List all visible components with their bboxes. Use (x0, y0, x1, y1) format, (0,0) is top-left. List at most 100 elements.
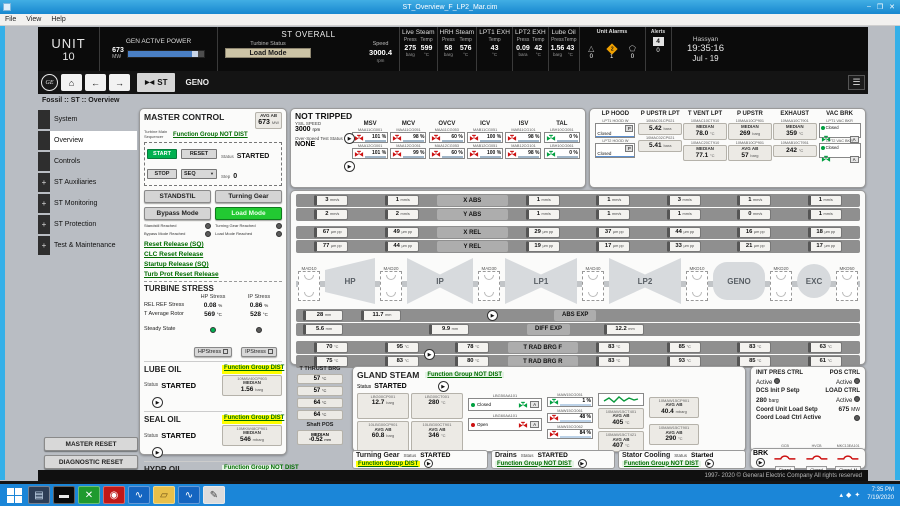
valve-MAA12CG001[interactable]: 101 % (352, 148, 388, 159)
close-button[interactable]: ✕ (889, 3, 895, 11)
group-play-icon[interactable]: ▶ (578, 459, 587, 468)
hood-lpt2-hood-w[interactable]: PClosed (595, 143, 635, 158)
minimize-button[interactable]: – (867, 3, 871, 11)
ge-logo-icon[interactable]: GE (41, 74, 58, 91)
valve-MAA11CG051[interactable]: 98 % (390, 132, 426, 143)
oil-function-group-link[interactable]: Function Group DIST (222, 415, 282, 424)
alarm-diamond-icon[interactable]: 21 (608, 45, 616, 60)
valve-MAA12CG051[interactable]: 99 % (390, 148, 426, 159)
brg-temp-play-icon[interactable]: ▶ (424, 349, 435, 360)
link-clc-reset-release[interactable]: CLC Reset Release (144, 251, 282, 258)
back-icon[interactable]: ← (85, 74, 106, 91)
group-function-group-link[interactable]: Function Group DIST (356, 461, 420, 467)
valve-LBH10CG061[interactable]: 0 % (544, 148, 580, 159)
overspeed-play-icon-1[interactable]: ▶ (344, 133, 355, 144)
alerts-badge[interactable]: 4 (653, 37, 664, 46)
valve-MAB11CG101[interactable]: 98 % (505, 132, 541, 143)
ctrl-valve-maw15cg062[interactable]: MAW15CG06284 % (547, 425, 593, 439)
sidebar-item-controls[interactable]: Controls (38, 152, 137, 171)
vacbrk-lpt2-vac-bkr[interactable]: ClosedA (819, 143, 861, 158)
group-play-icon[interactable]: ▶ (705, 459, 714, 468)
tools-icon[interactable]: ✕ (78, 486, 100, 504)
valve-MAB12CG101[interactable]: 98 % (505, 148, 541, 159)
paint-icon[interactable]: ✎ (203, 486, 225, 504)
start-button[interactable]: START (147, 149, 177, 159)
oil-play-icon[interactable]: ▶ (152, 447, 163, 458)
oil-function-group-link[interactable]: Function Group DIST (222, 365, 282, 374)
home-icon[interactable]: ⌂ (61, 74, 82, 91)
tray-icon[interactable]: ✦ (854, 492, 860, 499)
breaker-gcb[interactable]: GCBClosed (770, 444, 800, 473)
sidebar-item-st-monitoring[interactable]: +ST Monitoring (38, 194, 137, 213)
trend-app-icon[interactable]: ∿ (128, 486, 150, 504)
valve-MAB11CG051[interactable]: 100 % (467, 132, 503, 143)
link-reset-release-sq-[interactable]: Reset Release (SQ) (144, 241, 282, 248)
valve-MAA12CG053[interactable]: 60 % (429, 148, 465, 159)
valve-MAB12CG051[interactable]: 100 % (467, 148, 503, 159)
link-startup-release-sq-[interactable]: Startup Release (SQ) (144, 261, 282, 268)
sidebar-item-st-protection[interactable]: +ST Protection (38, 215, 137, 234)
trend-icon[interactable] (598, 393, 644, 406)
ctrl-valve-maw15cg061[interactable]: MAW15CG06148 % (547, 409, 593, 423)
diagnostic-reset-button[interactable]: DIAGNOSTIC RESET (44, 455, 138, 469)
mode-button-bypass-mode[interactable]: Bypass Mode (144, 207, 211, 220)
master-function-group-link[interactable]: Function Group NOT DIST (173, 132, 248, 138)
stop-button[interactable]: STOP (147, 169, 177, 179)
p-button[interactable]: P (625, 125, 633, 132)
start-button-windows[interactable] (2, 486, 26, 504)
group-play-icon[interactable]: ▶ (424, 459, 433, 468)
oil-play-icon[interactable]: ▶ (152, 397, 163, 408)
trend-app2-icon[interactable]: ∿ (178, 486, 200, 504)
breaker-mkc13ea101[interactable]: MKC13EA101ClosedM (833, 444, 863, 473)
master-reset-button[interactable]: MASTER RESET (44, 437, 138, 451)
sidebar-item-st-auxiliaries[interactable]: +ST Auxiliaries (38, 173, 137, 192)
tray-icon[interactable]: ▴ (840, 492, 844, 499)
tray-icon[interactable]: ◆ (846, 492, 851, 499)
reset-button[interactable]: RESET (181, 149, 217, 159)
tab-geno[interactable]: GENO (177, 73, 217, 92)
sidebar-item-test-maintenance[interactable]: +Test & Maintenance (38, 236, 137, 255)
mode-box[interactable]: A (850, 156, 859, 163)
console-icon[interactable]: ▬ (53, 486, 75, 504)
menu-item-help[interactable]: Help (51, 16, 65, 23)
breaker-hvcb[interactable]: HVCBClosed (802, 444, 832, 473)
server-manager-icon[interactable]: ▤ (28, 486, 50, 504)
hpstress-button[interactable]: HPStress (194, 347, 232, 357)
mode-button-turning-gear[interactable]: Turning Gear (215, 190, 282, 203)
hmi-red-icon[interactable]: ◉ (103, 486, 125, 504)
menu-icon[interactable]: ☰ (848, 75, 865, 90)
overspeed-play-icon-2[interactable]: ▶ (344, 161, 355, 172)
maximize-button[interactable]: ❐ (877, 3, 883, 11)
menu-item-file[interactable]: File (5, 16, 16, 23)
folder-icon[interactable]: ▱ (153, 486, 175, 504)
menu-item-view[interactable]: View (26, 16, 41, 23)
group-function-group-link[interactable]: Function Group NOT DIST (495, 461, 574, 467)
sidebar-item-system[interactable]: System (38, 110, 137, 129)
tab-st[interactable]: ▶◀ST (137, 73, 175, 92)
p-button[interactable]: P (625, 145, 633, 152)
brk-play-icon[interactable]: ▶ (756, 458, 765, 467)
hood-lpt1-hood-w[interactable]: PClosed (595, 123, 635, 138)
mode-button-load-mode[interactable]: Load Mode (215, 207, 282, 220)
block-valve-lbg50aa101[interactable]: LBG50AA101ClosedA (468, 393, 542, 411)
gland-play-icon[interactable]: ▶ (438, 381, 449, 392)
alarm-pentagon-icon[interactable]: ⬠0 (629, 45, 636, 60)
ctrl-valve-maw15cg051[interactable]: MAW15CG0511 % (547, 393, 593, 407)
mode-box[interactable]: A (530, 401, 539, 408)
alarm-triangle-icon[interactable]: △0 (588, 45, 594, 60)
sidebar-item-overview[interactable]: Overview (38, 131, 137, 150)
system-tray[interactable]: ▴◆✦ (840, 491, 864, 499)
mode-button-standstil[interactable]: STANDSTIL (144, 190, 211, 203)
link-turb-prot-reset-release[interactable]: Turb Prot Reset Release (144, 271, 282, 278)
forward-icon[interactable]: → (109, 74, 130, 91)
abs-exp-play-icon[interactable]: ▶ (487, 310, 498, 321)
seq-dropdown[interactable]: SEQ▼ (181, 169, 217, 179)
valve-MAA11CG001[interactable]: 101 % (352, 132, 388, 143)
ipstress-button[interactable]: IPStress (241, 347, 277, 357)
valve-MAA11CG053[interactable]: 60 % (429, 132, 465, 143)
valve-LBH10CG051[interactable]: 0 % (544, 132, 580, 143)
block-valve-lbg60aa101[interactable]: LBG60AA101OpenA (468, 413, 542, 431)
group-function-group-link[interactable]: Function Group NOT DIST (622, 461, 701, 467)
mode-box[interactable]: A (530, 421, 539, 428)
vacbrk-lpt1-vac-bkr[interactable]: ClosedA (819, 123, 861, 138)
